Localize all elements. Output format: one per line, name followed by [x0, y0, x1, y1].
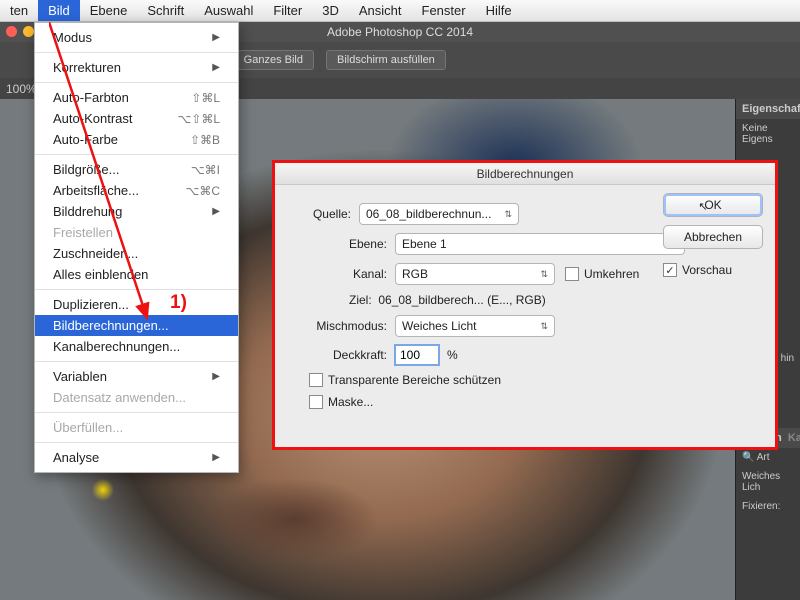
ebene-select[interactable]: Ebene 1⇅	[395, 233, 685, 255]
minimize-icon[interactable]	[23, 26, 34, 37]
ok-button[interactable]: OK↖	[663, 193, 763, 217]
vorschau-label: Vorschau	[682, 263, 732, 277]
chevron-right-icon: ▶	[212, 452, 220, 463]
maske-label: Maske...	[328, 395, 373, 409]
menu-item[interactable]: Duplizieren...	[35, 294, 238, 315]
menu-item[interactable]: Bildgröße...⌥⌘I	[35, 159, 238, 180]
panel-properties-header[interactable]: Eigenschaften	[736, 99, 800, 119]
menu-item[interactable]: Alles einblenden	[35, 264, 238, 285]
quelle-select[interactable]: 06_08_bildberechnun...⇅	[359, 203, 519, 225]
menu-item[interactable]: Modus▶	[35, 27, 238, 48]
menu-item[interactable]: Auto-Farbton⇧⌘L	[35, 87, 238, 108]
blend-mode[interactable]: Weiches Lich	[736, 467, 800, 497]
menu-item[interactable]: 3D	[312, 0, 349, 21]
menu-item[interactable]: Arbeitsfläche...⌥⌘C	[35, 180, 238, 201]
menu-item[interactable]: ten	[0, 0, 38, 21]
menu-item[interactable]: Analyse▶	[35, 447, 238, 468]
menu-item: Überfüllen...	[35, 417, 238, 438]
fill-screen-button[interactable]: Bildschirm ausfüllen	[326, 50, 446, 70]
chevron-right-icon: ▶	[212, 62, 220, 73]
transparente-label: Transparente Bereiche schützen	[328, 373, 501, 387]
system-menubar: ten Bild Ebene Schrift Auswahl Filter 3D…	[0, 0, 800, 22]
deckkraft-input[interactable]	[395, 345, 439, 365]
ziel-label: Ziel:	[349, 293, 372, 307]
menu-item[interactable]: Hilfe	[476, 0, 522, 21]
layer-filter[interactable]: 🔍 Art	[736, 448, 800, 467]
menu-item: Freistellen	[35, 222, 238, 243]
umkehren-checkbox[interactable]	[565, 267, 579, 281]
kanal-label: Kanal:	[325, 267, 387, 281]
menu-item[interactable]: Auto-Kontrast⌥⇧⌘L	[35, 108, 238, 129]
dialog-title: Bildberechnungen	[275, 163, 775, 185]
fit-all-button[interactable]: Ganzes Bild	[233, 50, 314, 70]
lock-row[interactable]: Fixieren:	[736, 497, 800, 516]
deckkraft-label: Deckkraft:	[289, 348, 387, 362]
menu-item[interactable]: Korrekturen▶	[35, 57, 238, 78]
menu-item[interactable]: Zuschneiden...	[35, 243, 238, 264]
menu-item[interactable]: Ansicht	[349, 0, 412, 21]
pct-label: %	[447, 348, 458, 362]
chevron-right-icon: ▶	[212, 32, 220, 43]
chevron-right-icon: ▶	[212, 206, 220, 217]
maske-checkbox[interactable]	[309, 395, 323, 409]
kanal-select[interactable]: RGB⇅	[395, 263, 555, 285]
bild-menu-dropdown: Modus▶ Korrekturen▶ Auto-Farbton⇧⌘LAuto-Ko…	[34, 22, 239, 473]
chevron-updown-icon: ⇅	[504, 209, 512, 220]
menu-item[interactable]: Auswahl	[194, 0, 263, 21]
chevron-updown-icon: ⇅	[540, 321, 548, 332]
chevron-updown-icon: ⇅	[540, 269, 548, 280]
panel-text: Keine Eigens	[736, 119, 800, 149]
umkehren-label: Umkehren	[584, 267, 639, 281]
cursor-icon: ↖	[698, 200, 707, 213]
quelle-label: Quelle:	[289, 207, 351, 221]
menu-item[interactable]: Schrift	[137, 0, 194, 21]
menu-item[interactable]: Fenster	[412, 0, 476, 21]
app-title: Adobe Photoshop CC 2014	[327, 25, 473, 39]
menu-item[interactable]: Ebene	[80, 0, 138, 21]
cancel-button[interactable]: Abbrechen	[663, 225, 763, 249]
menu-item: Datensatz anwenden...	[35, 387, 238, 408]
mischmodus-label: Mischmodus:	[289, 319, 387, 333]
menu-item[interactable]: Bildberechnungen...	[35, 315, 238, 336]
menu-item[interactable]: Bilddrehung▶	[35, 201, 238, 222]
chevron-right-icon: ▶	[212, 371, 220, 382]
menu-item-bild[interactable]: Bild	[38, 0, 80, 21]
menu-item[interactable]: Kanalberechnungen...	[35, 336, 238, 357]
bildberechnungen-dialog: Bildberechnungen OK↖ Abbrechen ✓ Vorscha…	[272, 160, 778, 450]
ziel-value: 06_08_bildberech... (E..., RGB)	[378, 293, 545, 307]
menu-item[interactable]: Filter	[263, 0, 312, 21]
menu-item[interactable]: Variablen▶	[35, 366, 238, 387]
checkbox-icon[interactable]: ✓	[663, 263, 677, 277]
transparente-checkbox[interactable]	[309, 373, 323, 387]
ebene-label: Ebene:	[325, 237, 387, 251]
close-icon[interactable]	[6, 26, 17, 37]
vorschau-checkbox[interactable]: ✓ Vorschau	[663, 263, 763, 277]
menu-item[interactable]: Auto-Farbe⇧⌘B	[35, 129, 238, 150]
mischmodus-select[interactable]: Weiches Licht⇅	[395, 315, 555, 337]
